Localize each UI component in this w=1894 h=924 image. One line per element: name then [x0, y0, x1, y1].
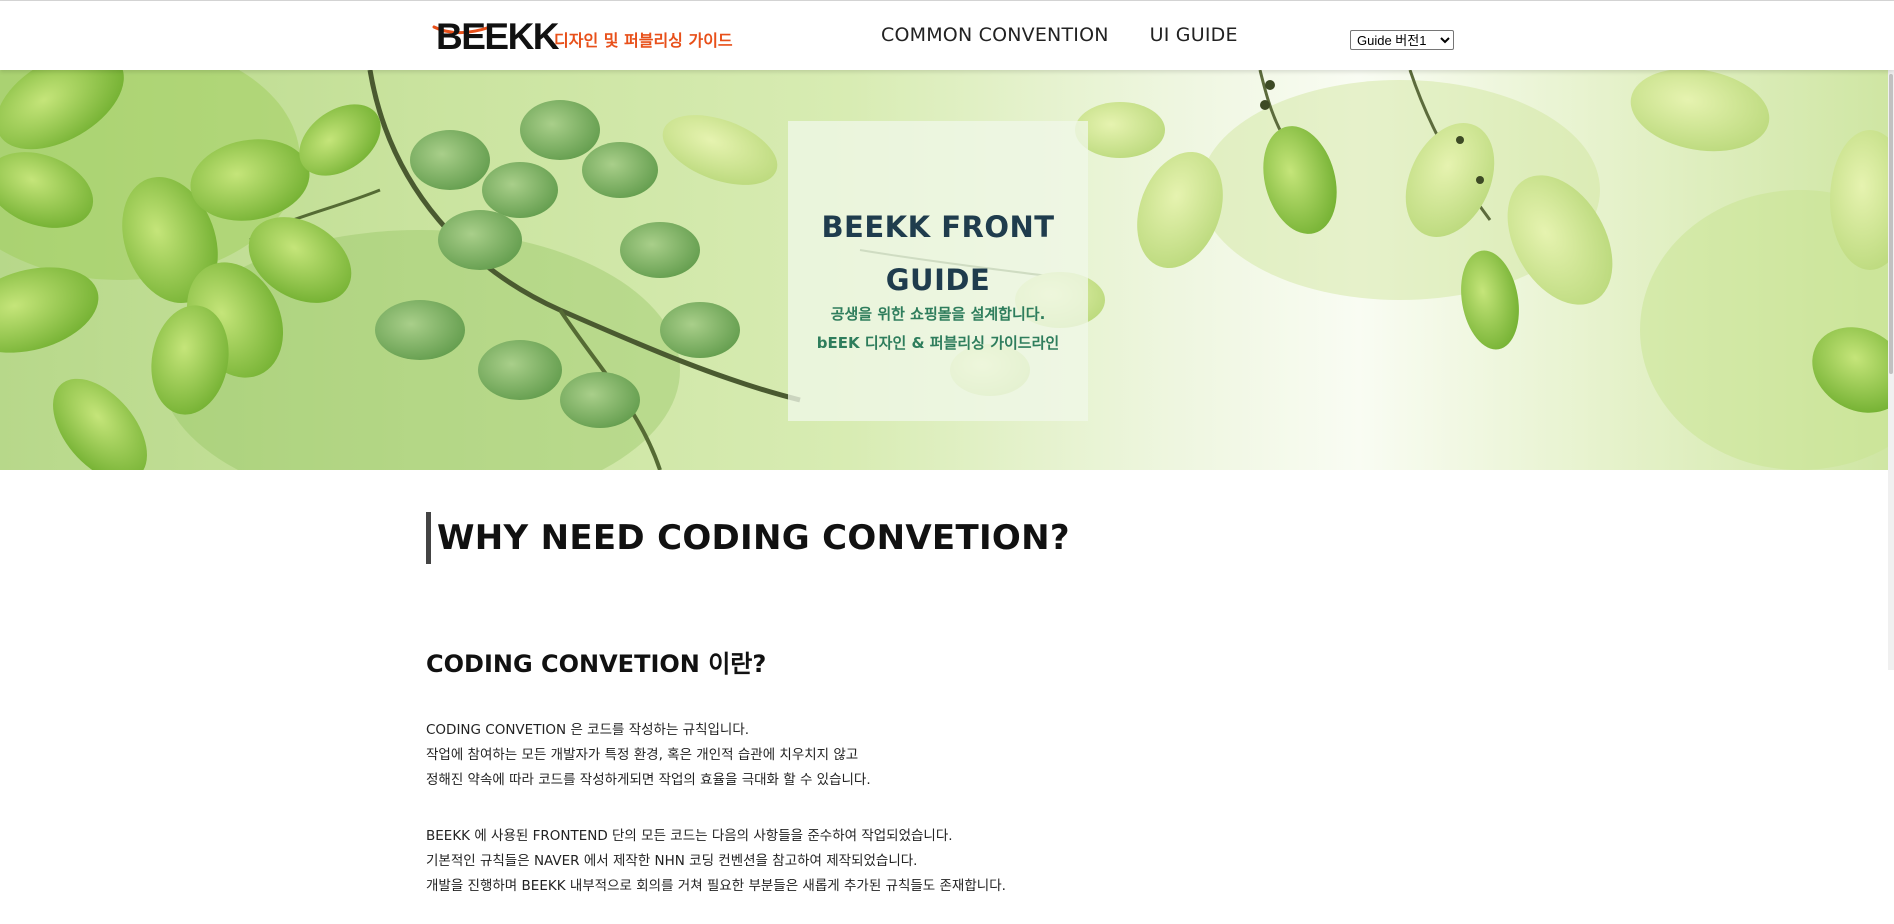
hero-title: BEEKK FRONT GUIDE: [788, 201, 1088, 307]
hero-banner: BEEKK FRONT GUIDE 공생을 위한 쇼핑몰을 설계합니다. bEE…: [0, 70, 1888, 470]
hero-subtitle-2: bEEK 디자인 & 퍼블리싱 가이드라인: [816, 334, 1060, 352]
page-scrollbar-thumb[interactable]: [1889, 74, 1893, 374]
hero-title-line1: BEEKK FRONT: [821, 210, 1055, 244]
paragraph-line: 작업에 참여하는 모든 개발자가 특정 환경, 혹은 개인적 습관에 치우치지 …: [426, 747, 859, 763]
paragraph-line: 정해진 약속에 따라 코드를 작성하게되면 작업의 효율을 극대화 할 수 있습…: [426, 772, 871, 788]
logo-text: BEEKK: [436, 16, 560, 57]
paragraph-line: 개발을 진행하며 BEEKK 내부적으로 회의를 거쳐 필요한 부분들은 새롭게…: [426, 878, 1006, 894]
hero-title-box: BEEKK FRONT GUIDE 공생을 위한 쇼핑몰을 설계합니다. bEE…: [788, 121, 1088, 421]
hero-title-line2: GUIDE: [885, 263, 991, 297]
detail-paragraph: BEEKK 에 사용된 FRONTEND 단의 모든 코드는 다음의 사항들을 …: [426, 824, 1006, 899]
section-title: WHY NEED CODING CONVETION?: [426, 512, 1070, 564]
paragraph-line: BEEKK 에 사용된 FRONTEND 단의 모든 코드는 다음의 사항들을 …: [426, 828, 953, 844]
version-select[interactable]: Guide 버전1: [1350, 30, 1454, 50]
site-header: BEEKK 디자인 및 퍼블리싱 가이드 COMMON CONVENTION U…: [0, 1, 1894, 70]
paragraph-line: 기본적인 규칙들은 NAVER 에서 제작한 NHN 코딩 컨벤션을 참고하여 …: [426, 853, 918, 869]
logo-subtitle: 디자인 및 퍼블리싱 가이드: [554, 31, 733, 50]
nav-ui-guide[interactable]: UI GUIDE: [1150, 24, 1238, 46]
intro-paragraph: CODING CONVETION 은 코드를 작성하는 규칙입니다. 작업에 참…: [426, 718, 871, 793]
paragraph-line: CODING CONVETION 은 코드를 작성하는 규칙입니다.: [426, 722, 750, 738]
main-nav: COMMON CONVENTION UI GUIDE: [881, 24, 1238, 46]
nav-common-convention[interactable]: COMMON CONVENTION: [881, 24, 1109, 46]
sub-title: CODING CONVETION 이란?: [426, 650, 767, 678]
hero-subtitle-1: 공생을 위한 쇼핑몰을 설계합니다.: [830, 305, 1046, 323]
